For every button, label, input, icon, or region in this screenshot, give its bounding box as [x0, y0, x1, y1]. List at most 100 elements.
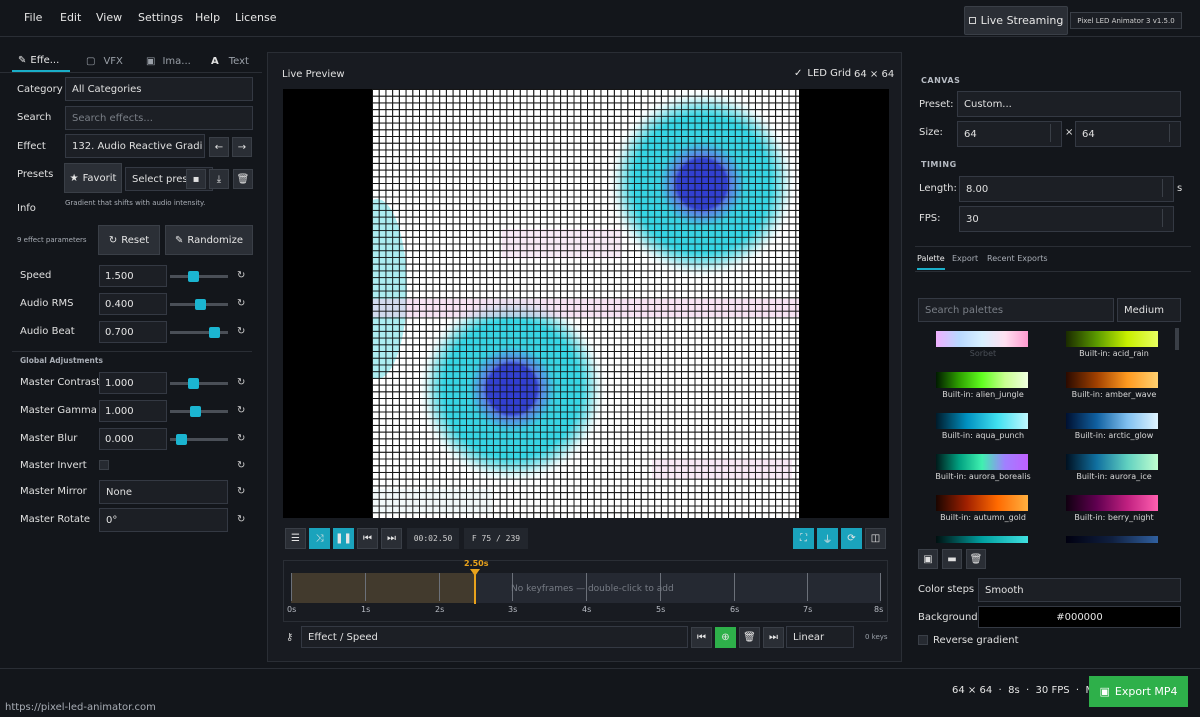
master-blur-slider[interactable] [170, 434, 228, 445]
audio-rms-input[interactable]: 0.400 [99, 293, 167, 315]
next-keyframe-button[interactable]: ⏭ [763, 627, 784, 648]
next-effect-button[interactable]: → [232, 137, 252, 157]
palette-swatch[interactable] [1066, 372, 1158, 388]
tab-text[interactable]: A Text [211, 50, 249, 72]
prev-effect-button[interactable]: ← [209, 137, 229, 157]
randomize-button[interactable]: ✎ Randomize [165, 225, 253, 255]
palette-swatch[interactable] [1066, 331, 1158, 347]
preview-canvas[interactable] [283, 89, 889, 518]
palette-scrollbar[interactable] [1175, 328, 1179, 350]
spinner-icon[interactable] [1162, 179, 1170, 197]
speed-input[interactable]: 1.500 [99, 265, 167, 287]
prev-keyframe-button[interactable]: ⏮ [691, 627, 712, 648]
reset-param-icon[interactable]: ↻ [237, 270, 245, 281]
palette-swatch[interactable] [1066, 454, 1158, 470]
palette-swatch[interactable] [936, 331, 1028, 347]
tab-export[interactable]: Export [952, 254, 978, 263]
reset-param-icon[interactable]: ↻ [237, 514, 245, 525]
reset-button[interactable]: ↻ Reset [98, 225, 160, 255]
shuffle-button[interactable]: ⤨ [309, 528, 330, 549]
playhead-handle[interactable] [470, 569, 480, 576]
favorite-button[interactable]: ★ Favorit [64, 163, 122, 193]
width-input[interactable]: 64 [957, 121, 1062, 147]
reset-param-icon[interactable]: ↻ [237, 460, 245, 471]
skip-forward-button[interactable]: ⏭ [381, 528, 402, 549]
palette-search-input[interactable]: Search palettes [918, 298, 1114, 322]
save-preset-button[interactable]: ▪ [186, 169, 206, 189]
audio-rms-slider[interactable] [170, 299, 228, 310]
tab-recent-exports[interactable]: Recent Exports [987, 254, 1048, 263]
slider-thumb[interactable] [190, 406, 202, 417]
reset-param-icon[interactable]: ↻ [237, 326, 245, 337]
reset-param-icon[interactable]: ↻ [237, 298, 245, 309]
reset-param-icon[interactable]: ↻ [237, 405, 245, 416]
spinner-icon[interactable] [1162, 209, 1170, 227]
export-mp4-button[interactable]: ▣ Export MP4 [1089, 676, 1188, 707]
slider-thumb[interactable] [187, 378, 199, 389]
master-gamma-input[interactable]: 1.000 [99, 400, 167, 422]
slider-thumb[interactable] [194, 299, 206, 310]
split-view-button[interactable]: ◫ [865, 528, 886, 549]
delete-palette-button[interactable]: 🗑 [966, 549, 986, 569]
palette-swatch[interactable] [936, 413, 1028, 429]
live-streaming-button[interactable]: Live Streaming [964, 6, 1068, 35]
reset-param-icon[interactable]: ↻ [237, 486, 245, 497]
slider-thumb[interactable] [208, 327, 220, 338]
palette-swatch[interactable] [1066, 413, 1158, 429]
interpolation-select[interactable]: Linear [786, 626, 854, 648]
tab-vfx[interactable]: ▢ VFX [86, 50, 123, 72]
loop-button[interactable]: ⟳ [841, 528, 862, 549]
delete-preset-button[interactable]: 🗑 [233, 169, 253, 189]
download-preset-button[interactable]: ⤓ [209, 169, 229, 189]
master-blur-input[interactable]: 0.000 [99, 428, 167, 450]
search-effects-input[interactable]: Search effects... [65, 106, 253, 130]
menu-button[interactable]: ☰ [285, 528, 306, 549]
master-contrast-input[interactable]: 1.000 [99, 372, 167, 394]
fps-input[interactable]: 30 [959, 206, 1174, 232]
menu-license[interactable]: License [235, 11, 276, 24]
led-grid-toggle[interactable]: ✓ LED Grid [794, 68, 851, 79]
palette-swatch[interactable] [1066, 536, 1158, 543]
website-url[interactable]: https://pixel-led-animator.com [5, 702, 156, 713]
delete-keyframe-button[interactable]: 🗑 [739, 627, 760, 648]
menu-edit[interactable]: Edit [60, 11, 81, 24]
length-input[interactable]: 8.00 [959, 176, 1174, 202]
height-input[interactable]: 64 [1075, 121, 1181, 147]
color-steps-select[interactable]: Smooth [978, 578, 1181, 602]
menu-file[interactable]: File [24, 11, 42, 24]
background-color-input[interactable]: #000000 [978, 606, 1181, 628]
palette-size-select[interactable]: Medium [1117, 298, 1181, 322]
palette-list[interactable]: Sorbet Built-in: acid_rain Built-in: ali… [918, 328, 1180, 543]
import-palette-button[interactable]: ▣ [918, 549, 938, 569]
pause-button[interactable]: ❚❚ [333, 528, 354, 549]
master-rotate-select[interactable]: 0° [99, 508, 228, 532]
master-gamma-slider[interactable] [170, 406, 228, 417]
menu-view[interactable]: View [96, 11, 122, 24]
plug-button[interactable]: ⏚ [817, 528, 838, 549]
palette-swatch[interactable] [936, 454, 1028, 470]
master-invert-checkbox[interactable] [99, 460, 109, 470]
reverse-gradient-checkbox[interactable] [918, 635, 928, 645]
palette-swatch[interactable] [1066, 495, 1158, 511]
timeline[interactable]: 0s 1s 2s 3s 4s 5s 6s 7s 8s No keyframes … [283, 559, 888, 622]
spinner-icon[interactable] [1169, 124, 1177, 142]
add-keyframe-button[interactable]: ⊕ [715, 627, 736, 648]
effect-select[interactable]: 132. Audio Reactive Gradi [65, 134, 205, 158]
canvas-preset-select[interactable]: Custom... [957, 91, 1181, 117]
palette-swatch[interactable] [936, 372, 1028, 388]
menu-settings[interactable]: Settings [138, 11, 183, 24]
category-select[interactable]: All Categories [65, 77, 253, 101]
open-palette-button[interactable]: ▬ [942, 549, 962, 569]
reset-param-icon[interactable]: ↻ [237, 433, 245, 444]
master-mirror-select[interactable]: None [99, 480, 228, 504]
palette-swatch[interactable] [936, 536, 1028, 543]
menu-help[interactable]: Help [195, 11, 220, 24]
fullscreen-button[interactable]: ⛶ [793, 528, 814, 549]
audio-beat-input[interactable]: 0.700 [99, 321, 167, 343]
palette-swatch[interactable] [936, 495, 1028, 511]
spinner-icon[interactable] [1050, 124, 1058, 142]
slider-thumb[interactable] [187, 271, 199, 282]
tab-images[interactable]: ▣ Ima... [146, 50, 191, 72]
master-contrast-slider[interactable] [170, 378, 228, 389]
audio-beat-slider[interactable] [170, 327, 228, 338]
